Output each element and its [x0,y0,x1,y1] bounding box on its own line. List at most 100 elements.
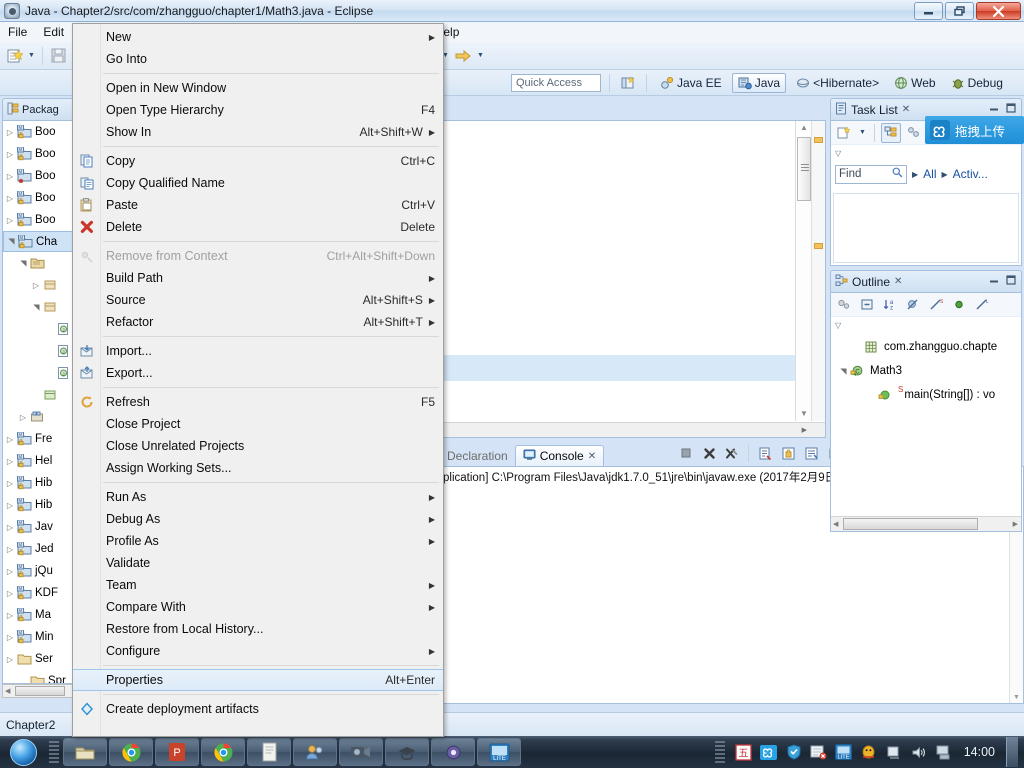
filter-all-link[interactable]: All [923,167,936,181]
context-menu-item-paste[interactable]: Paste Ctrl+V [73,194,443,216]
editor-overview-ruler[interactable] [811,121,825,421]
twisty-collapsed-icon[interactable]: ▷ [3,479,17,488]
twisty-collapsed-icon[interactable]: ▷ [3,216,17,225]
security-icon[interactable] [810,743,828,761]
scroll-down-arrow-icon[interactable]: ▼ [799,409,809,419]
twisty-collapsed-icon[interactable]: ▷ [29,281,43,290]
outline-row[interactable]: com.zhangguo.chapte [832,335,1020,359]
context-menu-item-close-unrelated-projects[interactable]: Close Unrelated Projects [73,435,443,457]
context-menu-item-export[interactable]: Export... [73,362,443,384]
perspective-java[interactable]: Java [731,72,787,93]
submenu-arrow-icon[interactable]: ▶ [429,537,435,546]
task-list-content[interactable] [833,193,1019,263]
tree-row[interactable]: ◢ [3,252,79,274]
twisty-collapsed-icon[interactable]: ▷ [3,589,17,598]
baidu-netdisk-icon[interactable] [760,743,778,761]
focus-on-active-task-icon[interactable] [834,295,854,315]
context-menu-item-refactor[interactable]: Refactor Alt+Shift+T ▶ [73,311,443,333]
context-menu-item-refresh[interactable]: Refresh F5 [73,391,443,413]
tree-row[interactable]: ▷ M Hib [3,494,79,516]
context-menu-item-properties[interactable]: Properties Alt+Enter [73,669,443,691]
filter-active-link[interactable]: Activ... [953,167,988,181]
context-menu[interactable]: New ▶ Go Into Open in New Window Open Type H… [72,23,444,737]
submenu-arrow-icon[interactable]: ▶ [429,128,435,137]
context-menu-item-source[interactable]: Source Alt+Shift+S ▶ [73,289,443,311]
context-menu-item-show-in[interactable]: Show In Alt+Shift+W ▶ [73,121,443,143]
twisty-collapsed-icon[interactable]: ▷ [3,567,17,576]
editor-vertical-scrollbar[interactable]: ▲ ▼ [795,121,811,421]
context-menu-item-restore-from-local-history[interactable]: Restore from Local History... [73,618,443,640]
scroll-lock-icon[interactable] [778,443,798,463]
tree-row[interactable]: ▷ M KDF [3,582,79,604]
tray-grip[interactable] [714,741,725,763]
focus-task-icon[interactable] [904,123,924,143]
context-menu-item-new[interactable]: New ▶ [73,26,443,48]
input-method-icon[interactable]: 五 [735,743,753,761]
context-menu-item-go-into[interactable]: Go Into [73,48,443,70]
minimize-button[interactable] [914,2,943,20]
twisty-collapsed-icon[interactable]: ▷ [16,413,30,422]
scroll-up-arrow-icon[interactable]: ▲ [799,123,809,133]
minimize-icon[interactable] [988,275,1000,288]
context-menu-item-profile-as[interactable]: Profile As ▶ [73,530,443,552]
twisty-collapsed-icon[interactable]: ▷ [3,545,17,554]
tree-row[interactable]: J [3,362,79,384]
taskbar-lite-app[interactable]: LITE [477,738,521,766]
all-filter-arrow-icon[interactable]: ▶ [912,170,918,179]
taskbar-camera[interactable] [339,738,383,766]
tree-row[interactable] [3,384,79,406]
close-icon[interactable]: ✕ [894,276,902,287]
monitor-icon[interactable] [935,743,953,761]
maximize-icon[interactable] [1005,275,1017,288]
dropdown-arrow-icon[interactable]: ▼ [857,123,868,143]
tree-row[interactable]: ▷ M Boo [3,143,79,165]
twisty-collapsed-icon[interactable]: ▷ [3,172,17,181]
taskbar-file-explorer[interactable] [63,738,107,766]
tab-package-explorer[interactable]: Packag [2,98,80,120]
tree-row[interactable]: ◢ [3,296,79,318]
terminate-icon[interactable] [676,443,696,463]
context-menu-item-configure[interactable]: Configure ▶ [73,640,443,662]
twisty-expanded-icon[interactable]: ◢ [7,235,16,249]
taskbar-settings[interactable] [431,738,475,766]
submenu-arrow-icon[interactable]: ▶ [429,274,435,283]
remove-launch-icon[interactable] [699,443,719,463]
tree-row[interactable]: ▷ M Jed [3,538,79,560]
context-menu-item-compare-with[interactable]: Compare With ▶ [73,596,443,618]
perspective-web[interactable]: Web [889,74,940,92]
twisty-expanded-icon[interactable]: ◢ [32,300,41,314]
maximize-icon[interactable] [1005,103,1017,116]
taskbar-graduation[interactable] [385,738,429,766]
context-menu-item-copy[interactable]: Copy Ctrl+C [73,150,443,172]
sort-icon[interactable]: az [880,295,900,315]
new-task-icon[interactable] [834,123,854,143]
tree-row[interactable]: ▷ M Ma [3,604,79,626]
tree-row[interactable]: ▷ [3,274,79,296]
taskbar-chrome-2[interactable] [201,738,245,766]
tree-row[interactable]: ▷ M Boo [3,121,79,143]
tree-row[interactable]: ▷ Ser [3,648,79,670]
context-menu-item-delete[interactable]: Delete Delete [73,216,443,238]
close-icon[interactable]: ✕ [902,104,910,115]
context-menu-item-validate[interactable]: Validate [73,552,443,574]
twisty-collapsed-icon[interactable]: ▷ [3,611,17,620]
outline-tree[interactable]: com.zhangguo.chapte ◢ C Math3 Smain(String[]… [832,335,1020,513]
quick-access-input[interactable]: Quick Access [511,73,601,92]
context-menu-item-open-in-new-window[interactable]: Open in New Window [73,77,443,99]
active-filter-arrow-icon[interactable]: ▶ [942,170,948,179]
twisty-collapsed-icon[interactable]: ▷ [3,194,17,203]
open-perspective-icon[interactable] [618,73,638,93]
submenu-arrow-icon[interactable]: ▶ [429,581,435,590]
outline-row[interactable]: Smain(String[]) : vo [832,383,1020,407]
tab-declaration[interactable]: Declaration [440,445,515,466]
tree-row[interactable]: J [3,340,79,362]
twisty-collapsed-icon[interactable]: ▷ [3,128,17,137]
context-menu-item-assign-working-sets[interactable]: Assign Working Sets... [73,457,443,479]
twisty-collapsed-icon[interactable]: ▷ [3,457,17,466]
taskbar-grip[interactable] [49,741,59,763]
twisty-expanded-icon[interactable]: ◢ [19,256,28,270]
context-menu-item-create-deployment-artifacts[interactable]: Create deployment artifacts [73,698,443,720]
package-explorer-hscrollbar[interactable]: ◀ [2,684,80,698]
tree-row[interactable]: ▷ M Boo [3,187,79,209]
context-menu-item-copy-qualified-name[interactable]: Copy Qualified Name [73,172,443,194]
